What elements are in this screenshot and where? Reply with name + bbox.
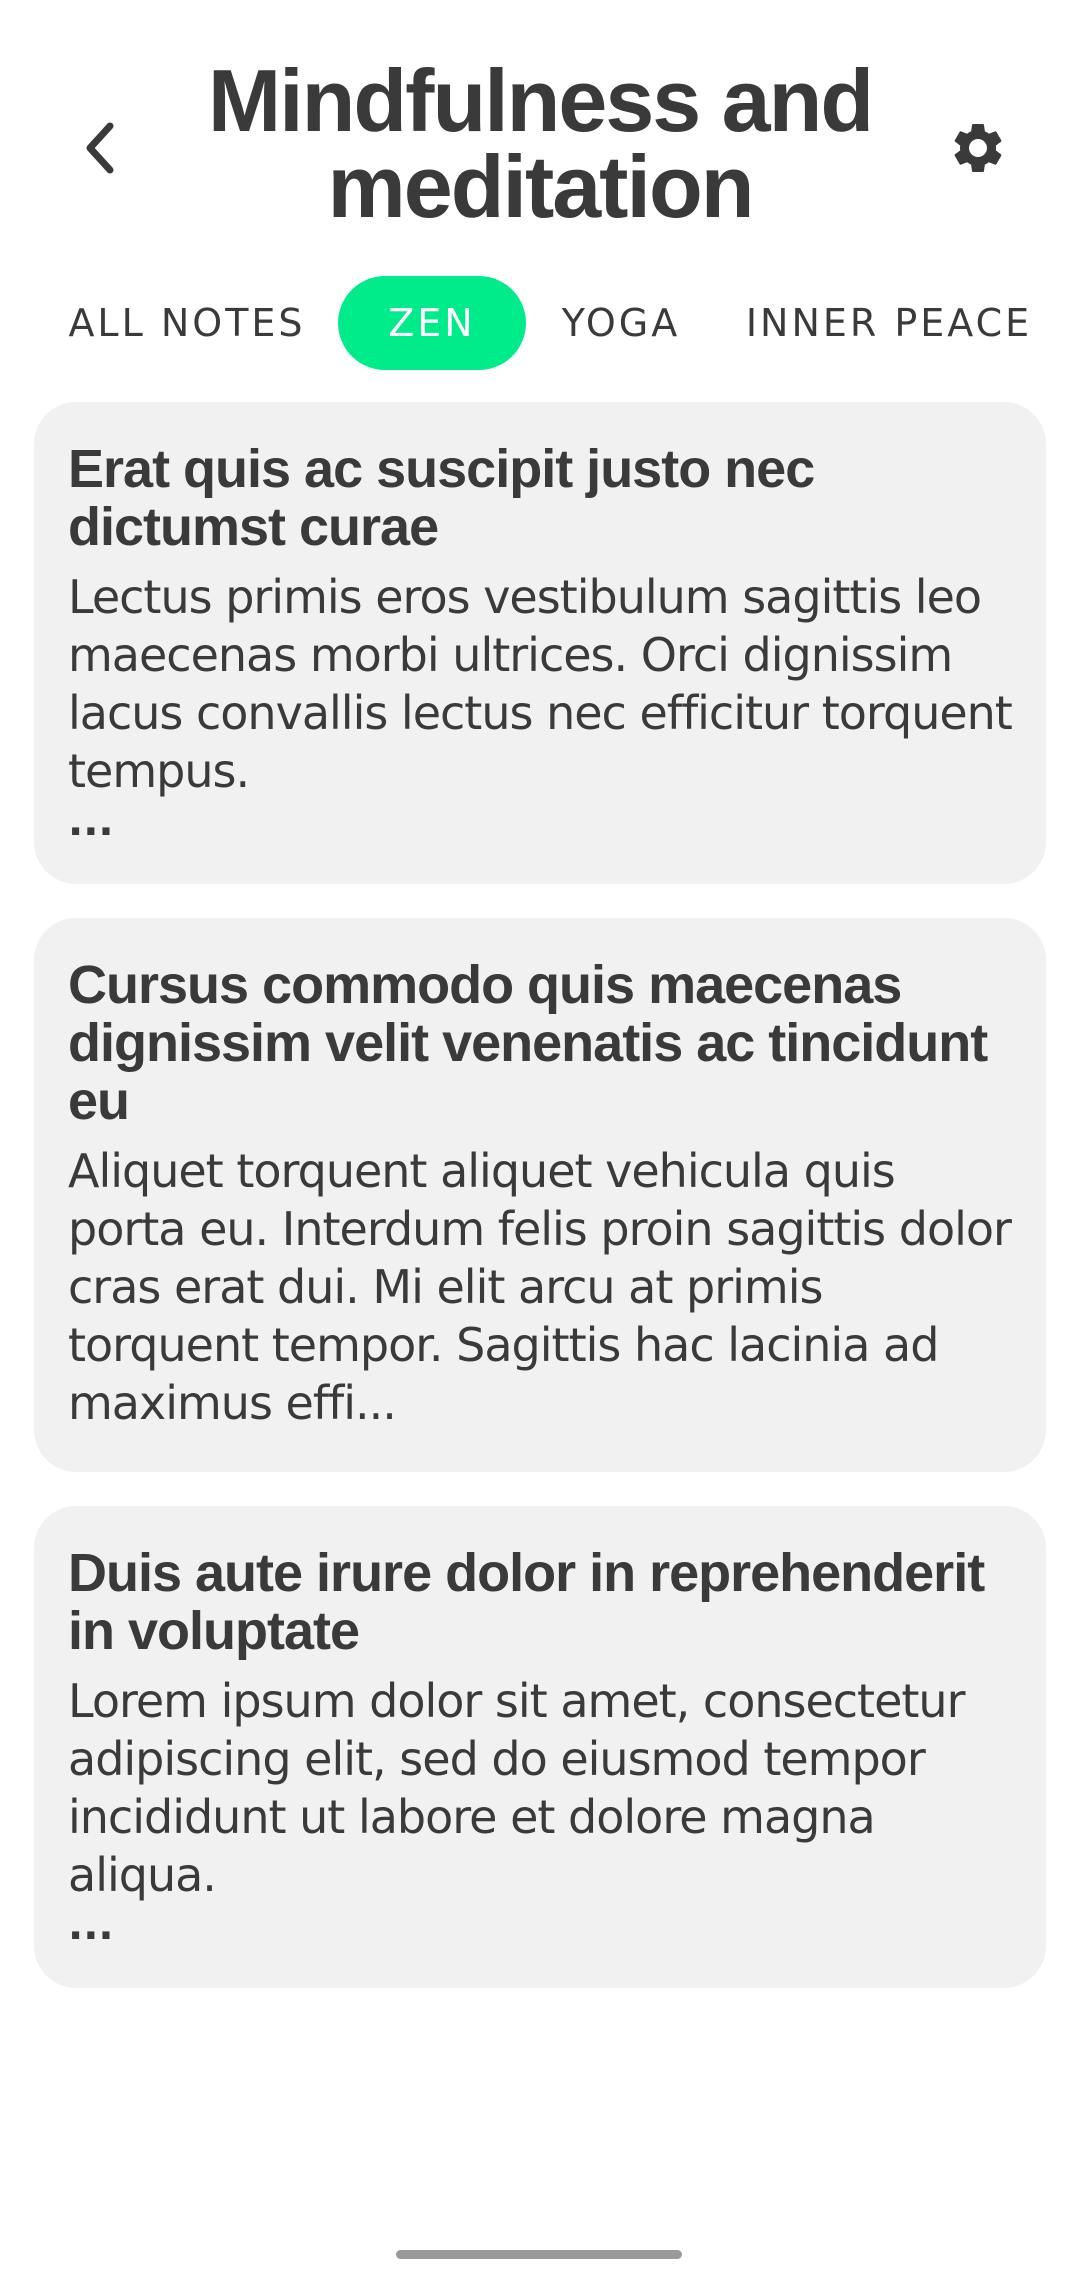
- tab-label: ZEN: [388, 301, 476, 345]
- note-body: Lorem ipsum dolor sit amet, consectetur …: [68, 1674, 966, 1902]
- note-title: Cursus commodo quis maecenas dignissim v…: [68, 955, 988, 1131]
- note-body: Aliquet torquent aliquet vehicula quis p…: [68, 1144, 1012, 1430]
- tab-label: INNER PEACE: [745, 301, 1033, 345]
- tab-yoga[interactable]: YOGA: [546, 276, 696, 370]
- settings-button[interactable]: [940, 112, 1016, 188]
- chevron-left-icon: [80, 120, 120, 180]
- tab-label: ALL NOTES: [68, 301, 306, 345]
- note-card[interactable]: Cursus commodo quis maecenas dignissim v…: [34, 918, 1046, 1472]
- note-more-indicator: ...: [68, 799, 114, 845]
- note-more-indicator: ...: [68, 1903, 114, 1949]
- note-title: Duis aute irure dolor in reprehenderit i…: [68, 1543, 985, 1661]
- gear-icon: [948, 118, 1008, 182]
- tab-inner-peace[interactable]: INNER PEACE: [738, 276, 1040, 370]
- note-card[interactable]: Erat quis ac suscipit justo nec dictumst…: [34, 402, 1046, 884]
- home-indicator[interactable]: [396, 2250, 682, 2259]
- back-button[interactable]: [62, 112, 138, 188]
- tab-all-notes[interactable]: ALL NOTES: [42, 276, 332, 370]
- page-title: Mindfulness and meditation: [207, 51, 874, 236]
- app-header: Mindfulness and meditation: [0, 0, 1080, 260]
- note-title: Erat quis ac suscipit justo nec dictumst…: [68, 439, 815, 557]
- note-card[interactable]: Duis aute irure dolor in reprehenderit i…: [34, 1506, 1046, 1988]
- tab-zen[interactable]: ZEN: [338, 276, 526, 370]
- note-body: Lectus primis eros vestibulum sagittis l…: [68, 570, 1013, 798]
- category-tabs: ALL NOTES ZEN YOGA INNER PEACE: [0, 276, 1080, 370]
- notes-list: Erat quis ac suscipit justo nec dictumst…: [34, 402, 1046, 2022]
- tab-label: YOGA: [561, 301, 681, 345]
